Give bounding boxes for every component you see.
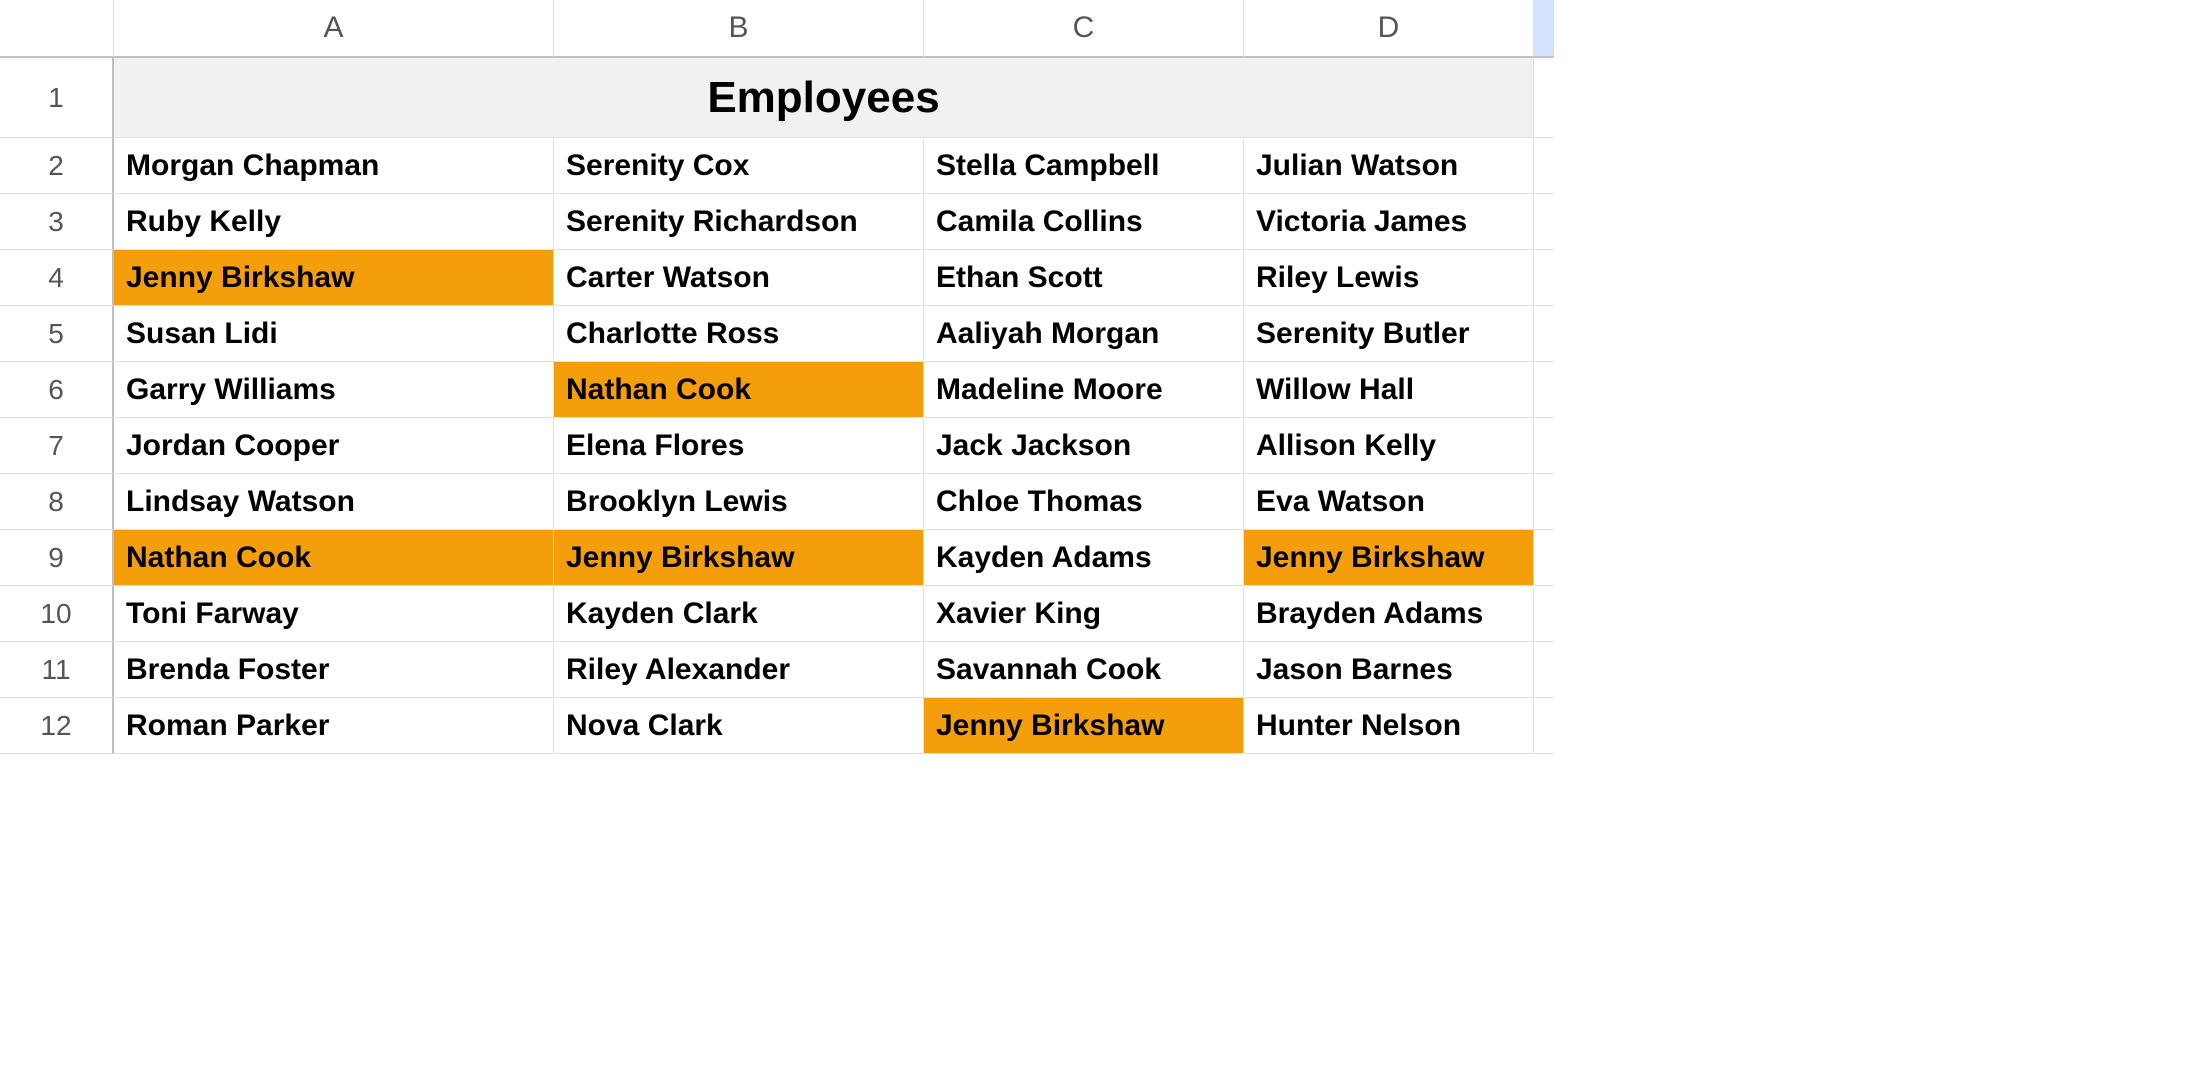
cell-A4[interactable]: Jenny Birkshaw bbox=[114, 250, 554, 306]
extra-cell[interactable] bbox=[1534, 698, 1554, 754]
cell-B10[interactable]: Kayden Clark bbox=[554, 586, 924, 642]
cell-C5[interactable]: Aaliyah Morgan bbox=[924, 306, 1244, 362]
column-header-next[interactable] bbox=[1534, 0, 1554, 58]
cell-B6[interactable]: Nathan Cook bbox=[554, 362, 924, 418]
extra-cell[interactable] bbox=[1534, 58, 1554, 138]
row-header-7[interactable]: 7 bbox=[0, 418, 114, 474]
cell-B5[interactable]: Charlotte Ross bbox=[554, 306, 924, 362]
extra-cell[interactable] bbox=[1534, 306, 1554, 362]
cell-B4[interactable]: Carter Watson bbox=[554, 250, 924, 306]
select-all-corner[interactable] bbox=[0, 0, 114, 58]
cell-A2[interactable]: Morgan Chapman bbox=[114, 138, 554, 194]
cell-C8[interactable]: Chloe Thomas bbox=[924, 474, 1244, 530]
cell-B2[interactable]: Serenity Cox bbox=[554, 138, 924, 194]
extra-cell[interactable] bbox=[1534, 418, 1554, 474]
column-header-c[interactable]: C bbox=[924, 0, 1244, 58]
cell-D10[interactable]: Brayden Adams bbox=[1244, 586, 1534, 642]
row-header-8[interactable]: 8 bbox=[0, 474, 114, 530]
cell-D4[interactable]: Riley Lewis bbox=[1244, 250, 1534, 306]
cell-C2[interactable]: Stella Campbell bbox=[924, 138, 1244, 194]
cell-C11[interactable]: Savannah Cook bbox=[924, 642, 1244, 698]
cell-D8[interactable]: Eva Watson bbox=[1244, 474, 1534, 530]
column-header-a[interactable]: A bbox=[114, 0, 554, 58]
cell-B3[interactable]: Serenity Richardson bbox=[554, 194, 924, 250]
cell-A7[interactable]: Jordan Cooper bbox=[114, 418, 554, 474]
cell-A6[interactable]: Garry Williams bbox=[114, 362, 554, 418]
spreadsheet-grid: A B C D 1 Employees 2Morgan ChapmanSeren… bbox=[0, 0, 2201, 754]
cell-A12[interactable]: Roman Parker bbox=[114, 698, 554, 754]
cell-C7[interactable]: Jack Jackson bbox=[924, 418, 1244, 474]
extra-cell[interactable] bbox=[1534, 250, 1554, 306]
cell-C9[interactable]: Kayden Adams bbox=[924, 530, 1244, 586]
cell-C10[interactable]: Xavier King bbox=[924, 586, 1244, 642]
extra-cell[interactable] bbox=[1534, 530, 1554, 586]
extra-cell[interactable] bbox=[1534, 474, 1554, 530]
cell-A8[interactable]: Lindsay Watson bbox=[114, 474, 554, 530]
cell-A11[interactable]: Brenda Foster bbox=[114, 642, 554, 698]
cell-A3[interactable]: Ruby Kelly bbox=[114, 194, 554, 250]
row-header-3[interactable]: 3 bbox=[0, 194, 114, 250]
extra-cell[interactable] bbox=[1534, 138, 1554, 194]
cell-D3[interactable]: Victoria James bbox=[1244, 194, 1534, 250]
row-header-2[interactable]: 2 bbox=[0, 138, 114, 194]
cell-B11[interactable]: Riley Alexander bbox=[554, 642, 924, 698]
cell-A9[interactable]: Nathan Cook bbox=[114, 530, 554, 586]
row-header-10[interactable]: 10 bbox=[0, 586, 114, 642]
cell-D9[interactable]: Jenny Birkshaw bbox=[1244, 530, 1534, 586]
row-header-12[interactable]: 12 bbox=[0, 698, 114, 754]
cell-D7[interactable]: Allison Kelly bbox=[1244, 418, 1534, 474]
cell-B8[interactable]: Brooklyn Lewis bbox=[554, 474, 924, 530]
row-header-4[interactable]: 4 bbox=[0, 250, 114, 306]
cell-D2[interactable]: Julian Watson bbox=[1244, 138, 1534, 194]
cell-A10[interactable]: Toni Farway bbox=[114, 586, 554, 642]
cell-D11[interactable]: Jason Barnes bbox=[1244, 642, 1534, 698]
cell-C4[interactable]: Ethan Scott bbox=[924, 250, 1244, 306]
cell-D6[interactable]: Willow Hall bbox=[1244, 362, 1534, 418]
cell-A5[interactable]: Susan Lidi bbox=[114, 306, 554, 362]
row-header-6[interactable]: 6 bbox=[0, 362, 114, 418]
extra-cell[interactable] bbox=[1534, 642, 1554, 698]
cell-C6[interactable]: Madeline Moore bbox=[924, 362, 1244, 418]
row-header-5[interactable]: 5 bbox=[0, 306, 114, 362]
row-header-11[interactable]: 11 bbox=[0, 642, 114, 698]
extra-cell[interactable] bbox=[1534, 194, 1554, 250]
row-header-9[interactable]: 9 bbox=[0, 530, 114, 586]
column-header-d[interactable]: D bbox=[1244, 0, 1534, 58]
cell-C3[interactable]: Camila Collins bbox=[924, 194, 1244, 250]
column-header-b[interactable]: B bbox=[554, 0, 924, 58]
cell-C12[interactable]: Jenny Birkshaw bbox=[924, 698, 1244, 754]
row-header-1[interactable]: 1 bbox=[0, 58, 114, 138]
extra-cell[interactable] bbox=[1534, 586, 1554, 642]
cell-B12[interactable]: Nova Clark bbox=[554, 698, 924, 754]
cell-D5[interactable]: Serenity Butler bbox=[1244, 306, 1534, 362]
cell-D12[interactable]: Hunter Nelson bbox=[1244, 698, 1534, 754]
cell-B7[interactable]: Elena Flores bbox=[554, 418, 924, 474]
title-cell[interactable]: Employees bbox=[114, 58, 1534, 138]
cell-B9[interactable]: Jenny Birkshaw bbox=[554, 530, 924, 586]
extra-cell[interactable] bbox=[1534, 362, 1554, 418]
